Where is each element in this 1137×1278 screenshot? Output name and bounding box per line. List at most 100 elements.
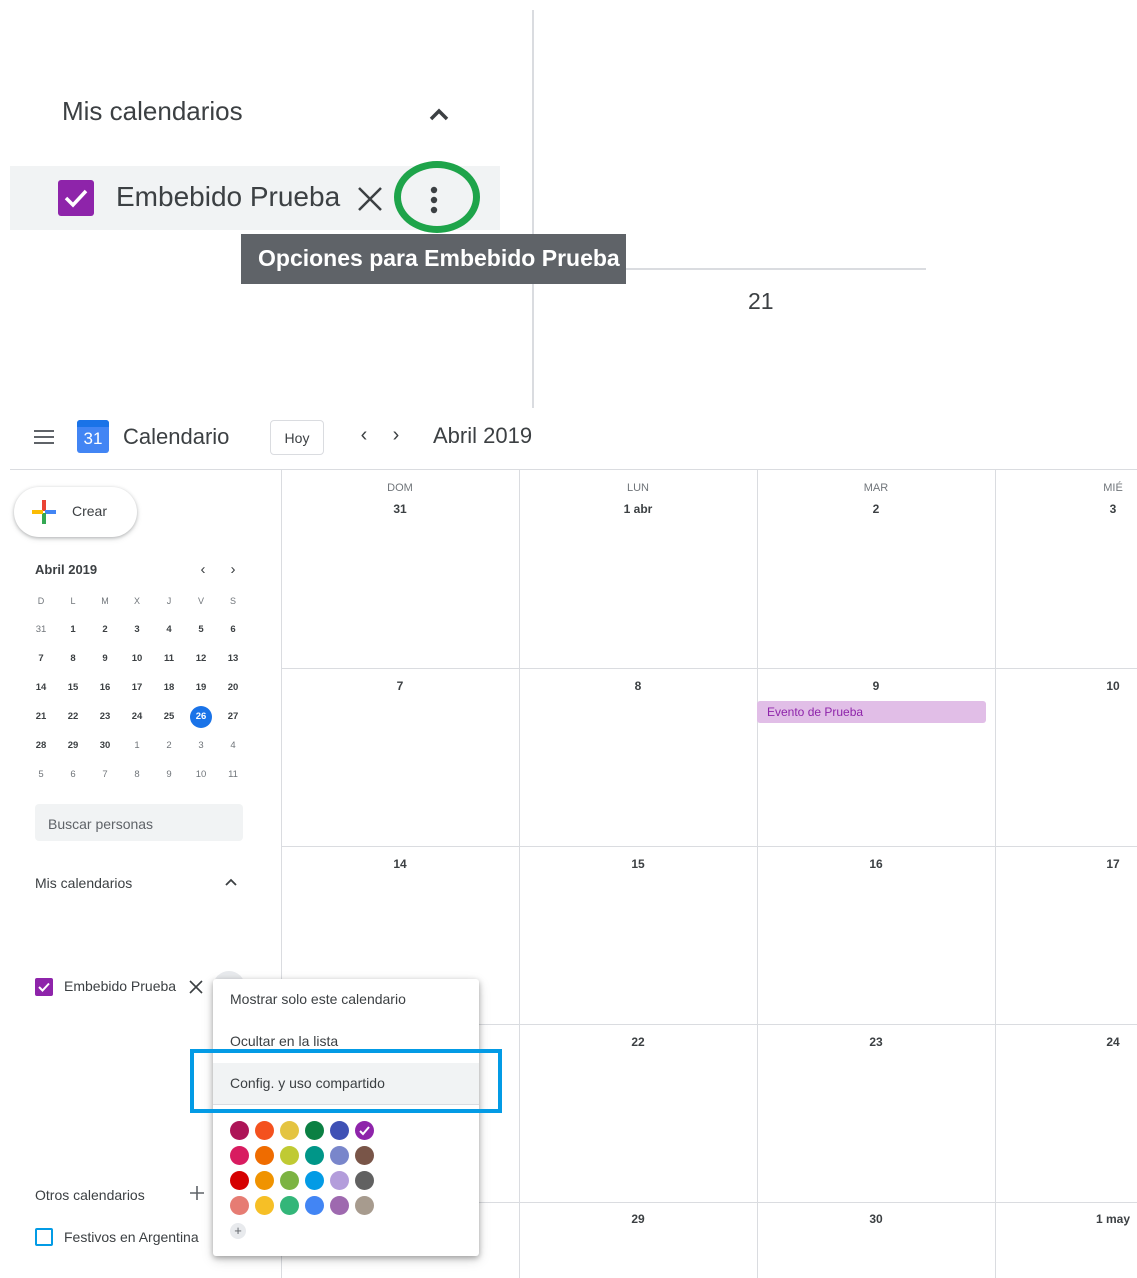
color-swatch[interactable]: [280, 1121, 299, 1140]
day-number[interactable]: 17: [1083, 857, 1137, 871]
day-number[interactable]: 10: [1083, 679, 1137, 693]
mini-calendar-day[interactable]: 3: [189, 736, 213, 756]
mini-calendar-day[interactable]: 22: [61, 707, 85, 727]
mini-calendar-day[interactable]: 11: [157, 649, 181, 669]
today-button[interactable]: Hoy: [270, 420, 324, 455]
color-swatch[interactable]: [355, 1146, 374, 1165]
mini-calendar-day[interactable]: 18: [157, 678, 181, 698]
color-swatch[interactable]: [280, 1196, 299, 1215]
mini-calendar-day[interactable]: 25: [157, 707, 181, 727]
day-number[interactable]: 1 abr: [608, 502, 668, 516]
day-number[interactable]: 24: [1083, 1035, 1137, 1049]
mini-calendar-day[interactable]: 10: [189, 765, 213, 785]
prev-period-button[interactable]: ‹: [352, 424, 376, 450]
color-swatch[interactable]: [330, 1196, 349, 1215]
day-number[interactable]: 22: [608, 1035, 668, 1049]
color-swatch[interactable]: [330, 1146, 349, 1165]
mini-calendar-day[interactable]: 31: [29, 620, 53, 640]
day-number[interactable]: 23: [846, 1035, 906, 1049]
color-swatch[interactable]: [230, 1171, 249, 1190]
mini-calendar-day[interactable]: 27: [221, 707, 245, 727]
day-number[interactable]: 29: [608, 1212, 668, 1226]
holiday-calendar-checkbox[interactable]: [35, 1228, 53, 1246]
mini-calendar-day[interactable]: 17: [125, 678, 149, 698]
mini-calendar-day[interactable]: 24: [125, 707, 149, 727]
menu-icon[interactable]: [34, 429, 54, 445]
color-swatch[interactable]: [330, 1171, 349, 1190]
my-calendars-title[interactable]: Mis calendarios: [35, 875, 132, 891]
mini-next-button[interactable]: ›: [225, 561, 241, 579]
day-number[interactable]: 16: [846, 857, 906, 871]
mini-calendar-day[interactable]: 9: [157, 765, 181, 785]
mini-calendar-day[interactable]: 20: [221, 678, 245, 698]
add-icon[interactable]: [188, 1184, 206, 1202]
color-swatch[interactable]: [305, 1146, 324, 1165]
mini-calendar-day[interactable]: 8: [61, 649, 85, 669]
color-swatch[interactable]: [330, 1121, 349, 1140]
mini-prev-button[interactable]: ‹: [195, 561, 211, 579]
day-number[interactable]: 8: [608, 679, 668, 693]
color-swatch[interactable]: [280, 1171, 299, 1190]
calendar-checkbox[interactable]: [35, 978, 53, 996]
mini-calendar-day[interactable]: 8: [125, 765, 149, 785]
mini-calendar-day[interactable]: 12: [189, 649, 213, 669]
day-number[interactable]: 31: [370, 502, 430, 516]
mini-calendar-day[interactable]: 26: [190, 706, 212, 728]
color-swatch[interactable]: [355, 1121, 374, 1140]
zoom-calendar-checkbox[interactable]: [58, 180, 94, 216]
color-swatch[interactable]: [305, 1196, 324, 1215]
mini-calendar-day[interactable]: 6: [61, 765, 85, 785]
mini-calendar-day[interactable]: 4: [157, 620, 181, 640]
day-number[interactable]: 30: [846, 1212, 906, 1226]
close-icon[interactable]: [188, 979, 204, 995]
event-chip[interactable]: Evento de Prueba: [757, 701, 986, 723]
mini-calendar-day[interactable]: 19: [189, 678, 213, 698]
color-swatch[interactable]: [255, 1196, 274, 1215]
color-swatch[interactable]: [355, 1196, 374, 1215]
mini-calendar-day[interactable]: 5: [189, 620, 213, 640]
mini-calendar-day[interactable]: 1: [61, 620, 85, 640]
search-people-input[interactable]: Buscar personas: [35, 804, 243, 841]
add-custom-color-icon[interactable]: +: [230, 1223, 246, 1239]
mini-calendar-day[interactable]: 14: [29, 678, 53, 698]
close-icon[interactable]: [354, 183, 386, 215]
color-swatch[interactable]: [305, 1121, 324, 1140]
mini-calendar-day[interactable]: 21: [29, 707, 53, 727]
mini-calendar-day[interactable]: 9: [93, 649, 117, 669]
color-swatch[interactable]: [355, 1171, 374, 1190]
mini-calendar-day[interactable]: 30: [93, 736, 117, 756]
day-number[interactable]: 7: [370, 679, 430, 693]
color-swatch[interactable]: [255, 1146, 274, 1165]
menu-item-show-only[interactable]: Mostrar solo este calendario: [213, 979, 479, 1021]
mini-calendar-day[interactable]: 4: [221, 736, 245, 756]
day-number[interactable]: 14: [370, 857, 430, 871]
day-number[interactable]: 1 may: [1083, 1212, 1137, 1226]
chevron-up-icon[interactable]: [223, 874, 239, 890]
mini-calendar-day[interactable]: 6: [221, 620, 245, 640]
mini-calendar-day[interactable]: 15: [61, 678, 85, 698]
color-swatch[interactable]: [305, 1171, 324, 1190]
color-swatch[interactable]: [280, 1146, 299, 1165]
color-swatch[interactable]: [230, 1121, 249, 1140]
mini-calendar-day[interactable]: 28: [29, 736, 53, 756]
mini-calendar-day[interactable]: 2: [157, 736, 181, 756]
day-number[interactable]: 15: [608, 857, 668, 871]
mini-calendar-day[interactable]: 7: [93, 765, 117, 785]
color-swatch[interactable]: [230, 1196, 249, 1215]
color-swatch[interactable]: [255, 1121, 274, 1140]
next-period-button[interactable]: ›: [384, 424, 408, 450]
day-number[interactable]: 9: [846, 679, 906, 693]
mini-calendar-day[interactable]: 3: [125, 620, 149, 640]
mini-calendar-day[interactable]: 11: [221, 765, 245, 785]
mini-calendar-day[interactable]: 10: [125, 649, 149, 669]
mini-calendar-day[interactable]: 16: [93, 678, 117, 698]
other-calendars-title[interactable]: Otros calendarios: [35, 1187, 145, 1203]
mini-calendar-day[interactable]: 2: [93, 620, 117, 640]
chevron-up-icon[interactable]: [424, 100, 454, 130]
mini-calendar-day[interactable]: 29: [61, 736, 85, 756]
color-swatch[interactable]: [255, 1171, 274, 1190]
mini-calendar-day[interactable]: 7: [29, 649, 53, 669]
day-number[interactable]: 3: [1083, 502, 1137, 516]
mini-calendar-day[interactable]: 5: [29, 765, 53, 785]
mini-calendar-day[interactable]: 23: [93, 707, 117, 727]
